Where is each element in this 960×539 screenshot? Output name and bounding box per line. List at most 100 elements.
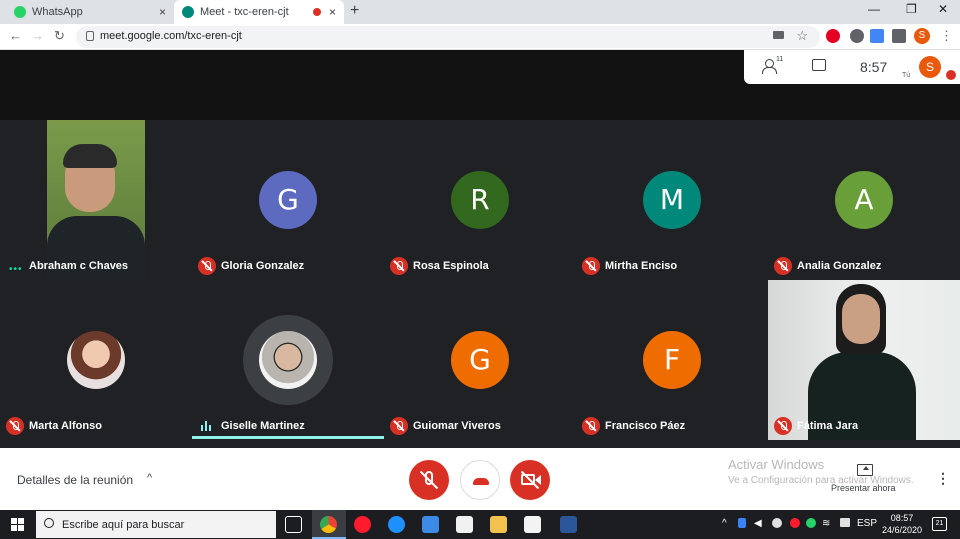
task-view-icon[interactable]	[285, 516, 302, 533]
present-now-button[interactable]: Presentar ahora	[831, 483, 896, 493]
participant-tile[interactable]: G Guiomar Viveros	[384, 280, 576, 440]
word-icon[interactable]	[560, 516, 577, 533]
windows-start-icon[interactable]	[11, 518, 24, 531]
pinterest-extension-icon[interactable]	[826, 29, 840, 43]
participant-photo	[67, 331, 125, 389]
search-icon	[44, 518, 54, 528]
chrome-icon[interactable]	[320, 516, 337, 533]
forward-button[interactable]: →	[31, 28, 44, 43]
browser-menu-button[interactable]: ⋮	[940, 28, 953, 44]
participant-tile[interactable]: A Analia Gonzalez	[768, 120, 960, 280]
document-icon[interactable]	[456, 516, 473, 533]
participant-name: Francisco Páez	[605, 420, 686, 432]
tray-app-icon[interactable]	[772, 518, 782, 528]
mail-icon[interactable]	[422, 516, 439, 533]
chat-icon[interactable]	[812, 59, 826, 71]
minimize-button[interactable]: —	[868, 2, 880, 16]
url-text: meet.google.com/txc-eren-cjt	[100, 30, 242, 42]
muted-mic-icon	[582, 417, 600, 435]
self-label: Tú	[902, 72, 911, 79]
participant-avatar: R	[451, 171, 509, 229]
camera-toggle-button[interactable]	[510, 460, 550, 500]
extension-icon[interactable]	[850, 29, 864, 43]
talking-indicator-icon	[201, 421, 213, 431]
participant-tile[interactable]: ••• Abraham c Chaves	[0, 120, 192, 280]
opera-icon[interactable]	[354, 516, 371, 533]
search-placeholder: Escribe aquí para buscar	[62, 519, 185, 531]
close-tab-icon[interactable]: ×	[329, 5, 336, 19]
participant-tile[interactable]: G Gloria Gonzalez	[192, 120, 384, 280]
profile-avatar[interactable]: S	[914, 28, 930, 44]
store-icon[interactable]	[524, 516, 541, 533]
windows-taskbar: Escribe aquí para buscar ^ ◀︎ ≋ ESP 08:5…	[0, 510, 960, 539]
wifi-icon[interactable]: ≋	[822, 518, 830, 529]
muted-mic-icon	[198, 257, 216, 275]
participant-tile[interactable]: M Mirtha Enciso	[576, 120, 768, 280]
edge-icon[interactable]	[388, 516, 405, 533]
new-tab-button[interactable]: +	[350, 2, 359, 20]
maximize-button[interactable]: ❐	[906, 2, 917, 16]
participant-tile[interactable]: Giselle Martinez	[192, 280, 384, 440]
file-explorer-icon[interactable]	[490, 516, 507, 533]
active-speaker-bar	[192, 436, 384, 439]
back-button[interactable]: ←	[9, 28, 22, 43]
meet-icon	[182, 6, 194, 18]
participant-name: Gloria Gonzalez	[221, 260, 305, 272]
taskbar-time: 08:57	[890, 513, 914, 523]
participant-avatar: G	[259, 171, 317, 229]
audio-activity-icon: •••	[9, 264, 23, 275]
participant-tile[interactable]: F Francisco Páez	[576, 280, 768, 440]
participant-tile[interactable]: Fátima Jara	[768, 280, 960, 440]
address-bar[interactable]: meet.google.com/txc-eren-cjt ☆	[76, 26, 820, 48]
participant-tile[interactable]: R Rosa Espinola	[384, 120, 576, 280]
participant-name: Analia Gonzalez	[797, 260, 882, 272]
opera-tray-icon[interactable]	[790, 518, 800, 528]
muted-mic-icon	[774, 257, 792, 275]
bluetooth-icon[interactable]	[738, 518, 746, 528]
lock-icon	[86, 31, 94, 41]
volume-icon[interactable]: ◀︎	[754, 518, 762, 529]
tray-overflow-icon[interactable]: ^	[722, 518, 727, 529]
whatsapp-tray-icon[interactable]	[806, 518, 816, 528]
meeting-clock: 8:57	[860, 59, 888, 75]
participant-tile[interactable]: Marta Alfonso	[0, 280, 192, 440]
leave-call-button[interactable]	[460, 460, 500, 500]
bookmark-star-icon[interactable]: ☆	[796, 28, 808, 44]
participant-avatar: A	[835, 171, 893, 229]
participant-video	[768, 280, 960, 440]
tab-title: Meet - txc-eren-cjt	[200, 6, 289, 18]
participants-count: 11	[776, 56, 784, 63]
self-avatar[interactable]: S	[919, 56, 941, 78]
camera-permission-icon[interactable]	[773, 31, 784, 39]
reload-button[interactable]: ↻	[54, 28, 65, 44]
close-tab-icon[interactable]: ×	[159, 5, 166, 19]
puzzle-extensions-icon[interactable]	[892, 29, 906, 43]
participant-name: Abraham c Chaves	[29, 260, 129, 272]
participant-name: Marta Alfonso	[29, 420, 102, 432]
muted-mic-icon	[774, 417, 792, 435]
language-indicator[interactable]: ESP	[857, 518, 877, 529]
window-close-button[interactable]: ✕	[938, 2, 948, 16]
present-screen-icon[interactable]	[857, 464, 873, 476]
meeting-details-button[interactable]: Detalles de la reunión	[17, 473, 133, 487]
more-options-button[interactable]: ⋮	[936, 470, 950, 487]
taskbar-clock[interactable]: 08:57 24/6/2020	[880, 512, 924, 536]
hang-up-icon	[473, 478, 489, 485]
browser-tab-strip: WhatsApp × Meet - txc-eren-cjt × + — ❐ ✕	[0, 0, 960, 24]
tab-meet[interactable]: Meet - txc-eren-cjt ×	[174, 0, 344, 24]
extension-icon[interactable]	[870, 29, 884, 43]
taskbar-search[interactable]: Escribe aquí para buscar	[36, 511, 276, 538]
participant-avatar: F	[643, 331, 701, 389]
battery-icon[interactable]	[840, 518, 850, 527]
mic-toggle-button[interactable]	[409, 460, 449, 500]
participant-avatar: G	[451, 331, 509, 389]
tab-whatsapp[interactable]: WhatsApp ×	[6, 0, 174, 24]
meeting-controls-bar: Detalles de la reunión ^ Activar Windows…	[0, 448, 960, 510]
muted-mic-icon	[390, 257, 408, 275]
browser-toolbar: ← → ↻ meet.google.com/txc-eren-cjt ☆ S ⋮	[0, 24, 960, 50]
notifications-icon[interactable]: 21	[932, 517, 947, 531]
tab-title: WhatsApp	[32, 6, 83, 18]
participant-name: Rosa Espinola	[413, 260, 489, 272]
meet-info-bar: 11 8:57 Tú S	[744, 50, 960, 84]
chevron-up-icon[interactable]: ^	[147, 472, 152, 484]
